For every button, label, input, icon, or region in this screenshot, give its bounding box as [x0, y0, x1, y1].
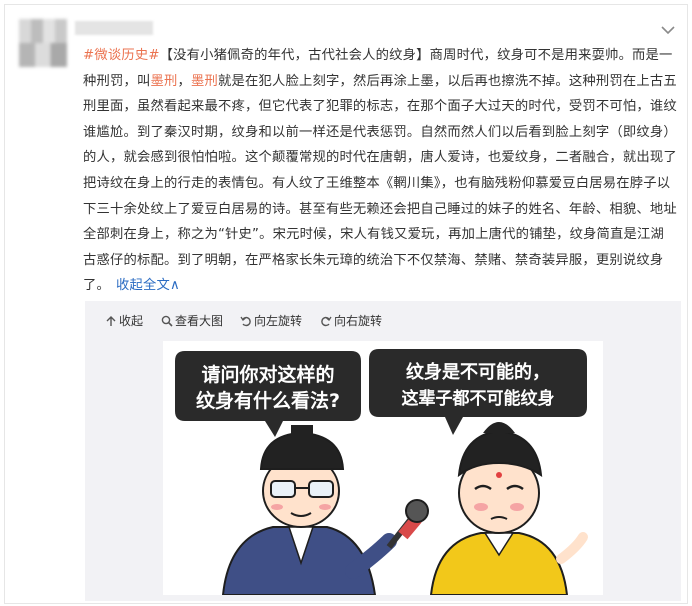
right-speech-bubble: 纹身是不可能的， 这辈子都不可能纹身 [369, 349, 587, 435]
post-text: #微谈历史#【没有小猪佩奇的年代，古代社会人的纹身】商周时代，纹身可不是用来耍帅… [83, 43, 677, 299]
rotate-left-button[interactable]: 向左旋转 [240, 312, 302, 329]
post-image-cartoon[interactable]: 请问你对这样的 纹身有什么看法? 纹身是不可能的， 这辈子都不可能纹身 PSTV [163, 341, 603, 595]
rotate-left-label: 向左旋转 [254, 314, 303, 328]
weibo-post-card: #微谈历史#【没有小猪佩奇的年代，古代社会人的纹身】商周时代，纹身可不是用来耍帅… [4, 4, 688, 604]
magnifier-icon [161, 315, 173, 327]
collapse-fulltext-label: 收起全文 [116, 278, 170, 294]
post-text-segment: 就是在犯人脸上刻字，然后再涂上墨，以后再也擦洗不掉。这种刑罚在上古五刑里面，虽然… [83, 73, 677, 294]
media-panel: 收起 查看大图 向左旋转 向右旋转 请问你对这样的 纹身有什么看法? 纹身是不可… [85, 301, 681, 601]
right-bubble-line1: 纹身是不可能的， [406, 361, 550, 383]
right-bubble-line2: 这辈子都不可能纹身 [402, 388, 555, 409]
left-bubble-line1: 请问你对这样的 [201, 363, 334, 386]
keyword-link[interactable]: 墨刑 [191, 74, 218, 89]
collapse-image-button[interactable]: 收起 [105, 312, 143, 329]
collapse-up-icon [106, 315, 116, 326]
image-toolbar: 收起 查看大图 向左旋转 向右旋转 [85, 301, 681, 337]
left-speech-bubble: 请问你对这样的 纹身有什么看法? [175, 351, 361, 437]
left-bubble-line2: 纹身有什么看法? [196, 389, 340, 412]
rotate-left-icon [240, 316, 251, 326]
rotate-right-label: 向右旋转 [334, 314, 383, 328]
microphone-icon: PSTV [386, 499, 429, 549]
avatar-blurred[interactable] [19, 19, 67, 67]
respondent-character [429, 422, 588, 595]
topic-hashtag-link[interactable]: #微谈历史# [83, 48, 160, 63]
rotate-right-button[interactable]: 向右旋转 [320, 312, 382, 329]
view-large-label: 查看大图 [175, 314, 224, 328]
rotate-right-icon [321, 316, 332, 326]
interviewer-character [221, 425, 397, 595]
username-blurred[interactable] [75, 21, 153, 35]
chevron-up-icon: ∧ [170, 278, 180, 294]
collapse-image-label: 收起 [119, 314, 144, 328]
collapse-fulltext-link[interactable]: 收起全文∧ [116, 278, 180, 293]
keyword-link[interactable]: 墨刑 [150, 74, 177, 89]
post-text-segment: ， [177, 73, 191, 89]
post-body: 【没有小猪佩奇的年代，古代社会人的纹身】商周时代，纹身可不是用来耍帅。而是一种刑… [83, 48, 677, 293]
view-large-button[interactable]: 查看大图 [161, 312, 223, 329]
chevron-down-icon[interactable] [661, 25, 675, 35]
